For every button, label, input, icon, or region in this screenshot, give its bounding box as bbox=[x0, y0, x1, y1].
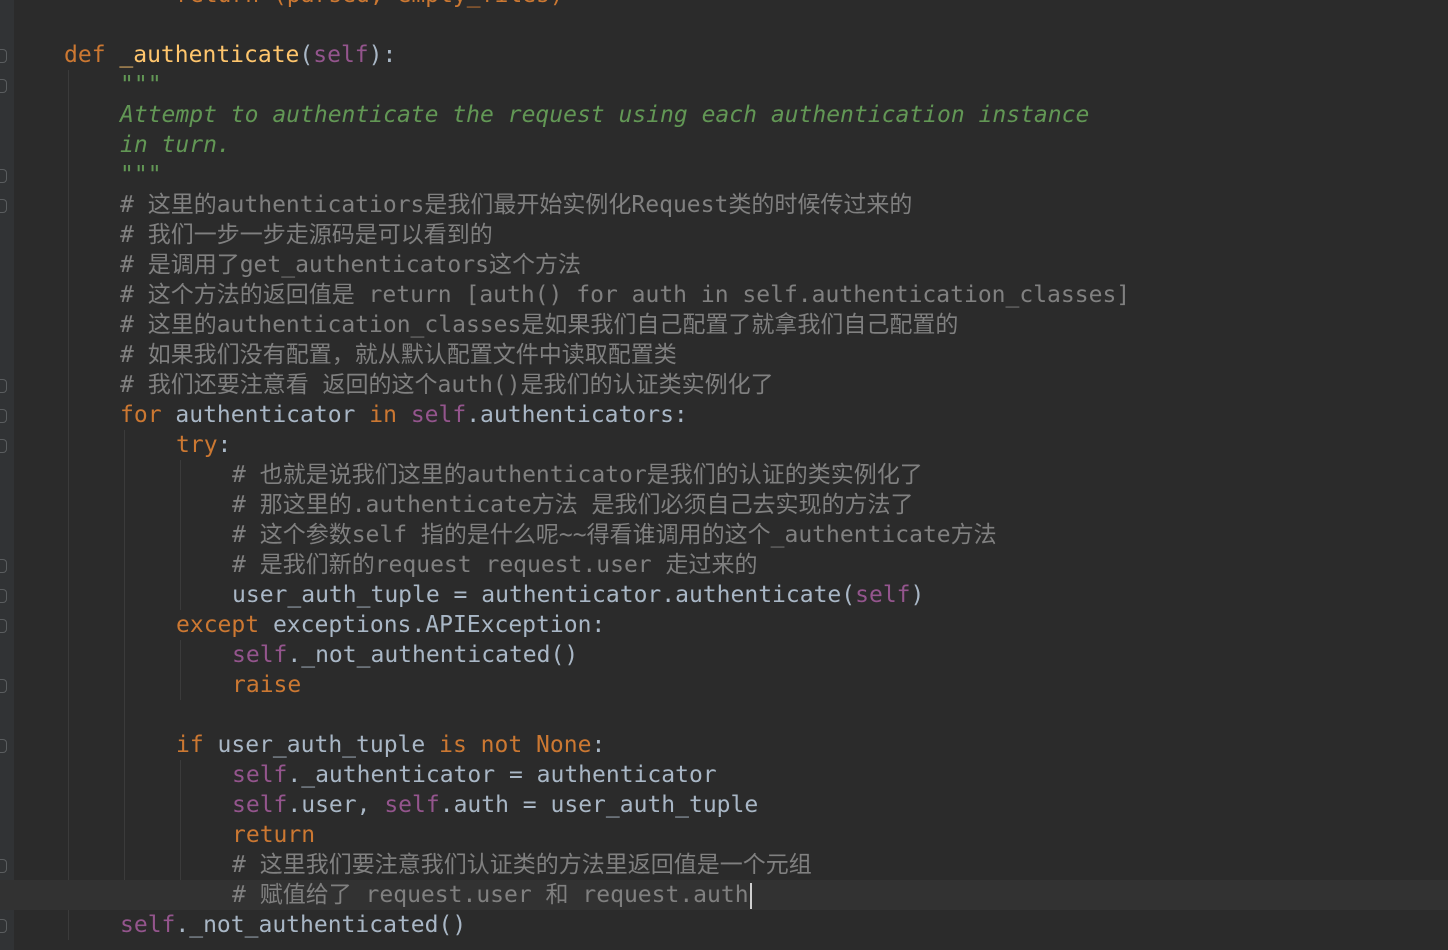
code-token-keyword: return (parsed, empty_files) bbox=[176, 0, 564, 8]
code-token-keyword: is not None bbox=[439, 732, 592, 758]
code-line[interactable]: # 我们一步一步走源码是可以看到的 bbox=[0, 220, 1448, 250]
code-line[interactable]: raise bbox=[0, 670, 1448, 700]
code-line[interactable]: try: bbox=[0, 430, 1448, 460]
code-token-keyword: if bbox=[176, 732, 218, 758]
code-line[interactable]: user_auth_tuple = authenticator.authenti… bbox=[0, 580, 1448, 610]
code-line[interactable]: in turn. bbox=[0, 130, 1448, 160]
code-token-comment: # 这个方法的返回值是 return [auth() for auth in s… bbox=[120, 282, 1131, 308]
code-token-function-name: _authenticate bbox=[119, 42, 300, 68]
code-token-self: self bbox=[232, 792, 288, 818]
code-token-default: authenticator bbox=[175, 402, 370, 428]
code-line[interactable]: # 这里的authentication_classes是如果我们自己配置了就拿我… bbox=[0, 310, 1448, 340]
code-token-comment: # 这里的authenticatiors是我们最开始实例化Request类的时候… bbox=[120, 192, 913, 218]
code-token-docstring: """ bbox=[120, 72, 162, 98]
code-token-comment: # 那这里的.authenticate方法 是我们必须自己去实现的方法了 bbox=[232, 492, 914, 518]
code-token-default: ._authenticator = authenticator bbox=[287, 762, 717, 788]
code-token-default: ._not_authenticated() bbox=[287, 642, 579, 668]
code-line[interactable]: # 是调用了get_authenticators这个方法 bbox=[0, 250, 1448, 280]
code-token-keyword: raise bbox=[232, 672, 302, 698]
code-token-default: .auth = user_auth_tuple bbox=[439, 792, 759, 818]
code-line[interactable]: # 这个参数self 指的是什么呢~~得看谁调用的这个_authenticate… bbox=[0, 520, 1448, 550]
code-token-default: : bbox=[217, 432, 232, 458]
code-line[interactable]: self._authenticator = authenticator bbox=[0, 760, 1448, 790]
code-token-comment: # 这里我们要注意我们认证类的方法里返回值是一个元组 bbox=[232, 852, 812, 878]
code-token-keyword: in bbox=[369, 402, 411, 428]
code-token-default: : bbox=[591, 732, 606, 758]
code-line[interactable] bbox=[0, 10, 1448, 40]
code-editor[interactable]: return (parsed, empty_files)def _authent… bbox=[0, 0, 1448, 950]
text-caret bbox=[749, 882, 752, 909]
code-token-default: .user, bbox=[287, 792, 385, 818]
code-line[interactable] bbox=[0, 700, 1448, 730]
code-token-comment: # 我们还要注意看 返回的这个auth()是我们的认证类实例化了 bbox=[120, 372, 774, 398]
code-token-default: ._not_authenticated() bbox=[175, 912, 467, 938]
code-area[interactable]: return (parsed, empty_files)def _authent… bbox=[0, 0, 1448, 950]
code-line[interactable]: # 这里我们要注意我们认证类的方法里返回值是一个元组 bbox=[0, 850, 1448, 880]
code-token-self: self bbox=[410, 402, 467, 428]
code-line[interactable]: def _authenticate(self): bbox=[0, 40, 1448, 70]
code-token-comment: # 这个参数self 指的是什么呢~~得看谁调用的这个_authenticate… bbox=[232, 522, 997, 548]
code-token-docstring: in turn. bbox=[120, 132, 231, 158]
code-token-comment: # 这里的authentication_classes是如果我们自己配置了就拿我… bbox=[120, 312, 959, 338]
code-token-default: user_auth_tuple bbox=[217, 732, 440, 758]
code-token-self: self bbox=[313, 42, 369, 68]
code-line[interactable]: Attempt to authenticate the request usin… bbox=[0, 100, 1448, 130]
code-token-keyword: except bbox=[176, 612, 273, 638]
code-line[interactable]: # 这里的authenticatiors是我们最开始实例化Request类的时候… bbox=[0, 190, 1448, 220]
code-token-default: user_auth_tuple = authenticator.authenti… bbox=[232, 582, 856, 608]
code-token-default: .authenticators: bbox=[466, 402, 688, 428]
code-line[interactable]: """ bbox=[0, 70, 1448, 100]
code-token-comment: # 是调用了get_authenticators这个方法 bbox=[120, 252, 581, 278]
code-token-keyword: try bbox=[176, 432, 218, 458]
code-line[interactable]: # 如果我们没有配置，就从默认配置文件中读取配置类 bbox=[0, 340, 1448, 370]
code-token-docstring: """ bbox=[120, 162, 162, 188]
code-line[interactable]: self._not_authenticated() bbox=[0, 910, 1448, 940]
code-line[interactable]: self._not_authenticated() bbox=[0, 640, 1448, 670]
code-token-default: ) bbox=[910, 582, 925, 608]
code-line[interactable]: except exceptions.APIException: bbox=[0, 610, 1448, 640]
code-line[interactable]: # 我们还要注意看 返回的这个auth()是我们的认证类实例化了 bbox=[0, 370, 1448, 400]
code-token-default: exceptions.APIException: bbox=[272, 612, 606, 638]
code-token-comment: # 也就是说我们这里的authenticator是我们的认证的类实例化了 bbox=[232, 462, 923, 488]
code-token-docstring: Attempt to authenticate the request usin… bbox=[120, 102, 1090, 128]
code-token-keyword: return bbox=[232, 822, 316, 848]
code-token-default: ( bbox=[299, 42, 314, 68]
code-line[interactable]: # 是我们新的request request.user 走过来的 bbox=[0, 550, 1448, 580]
code-token-comment: # 赋值给了 request.user 和 request.auth bbox=[232, 882, 749, 908]
code-token-self: self bbox=[120, 912, 176, 938]
code-line[interactable]: self.user, self.auth = user_auth_tuple bbox=[0, 790, 1448, 820]
code-token-self: self bbox=[232, 642, 288, 668]
code-token-self: self bbox=[384, 792, 440, 818]
code-token-default: ): bbox=[368, 42, 397, 68]
code-token-self: self bbox=[232, 762, 288, 788]
code-line[interactable]: return bbox=[0, 820, 1448, 850]
code-token-comment: # 如果我们没有配置，就从默认配置文件中读取配置类 bbox=[120, 342, 677, 368]
code-line[interactable]: # 那这里的.authenticate方法 是我们必须自己去实现的方法了 bbox=[0, 490, 1448, 520]
code-line[interactable]: # 也就是说我们这里的authenticator是我们的认证的类实例化了 bbox=[0, 460, 1448, 490]
code-token-keyword: def bbox=[64, 42, 120, 68]
code-line[interactable]: for authenticator in self.authenticators… bbox=[0, 400, 1448, 430]
code-line[interactable]: if user_auth_tuple is not None: bbox=[0, 730, 1448, 760]
code-token-keyword: for bbox=[120, 402, 176, 428]
code-line[interactable]: # 赋值给了 request.user 和 request.auth bbox=[0, 880, 1448, 910]
code-line[interactable]: return (parsed, empty_files) bbox=[0, 0, 1448, 10]
code-token-comment: # 我们一步一步走源码是可以看到的 bbox=[120, 222, 493, 248]
code-token-self: self bbox=[855, 582, 911, 608]
code-token-comment: # 是我们新的request request.user 走过来的 bbox=[232, 552, 758, 578]
code-line[interactable]: # 这个方法的返回值是 return [auth() for auth in s… bbox=[0, 280, 1448, 310]
code-line[interactable]: """ bbox=[0, 160, 1448, 190]
